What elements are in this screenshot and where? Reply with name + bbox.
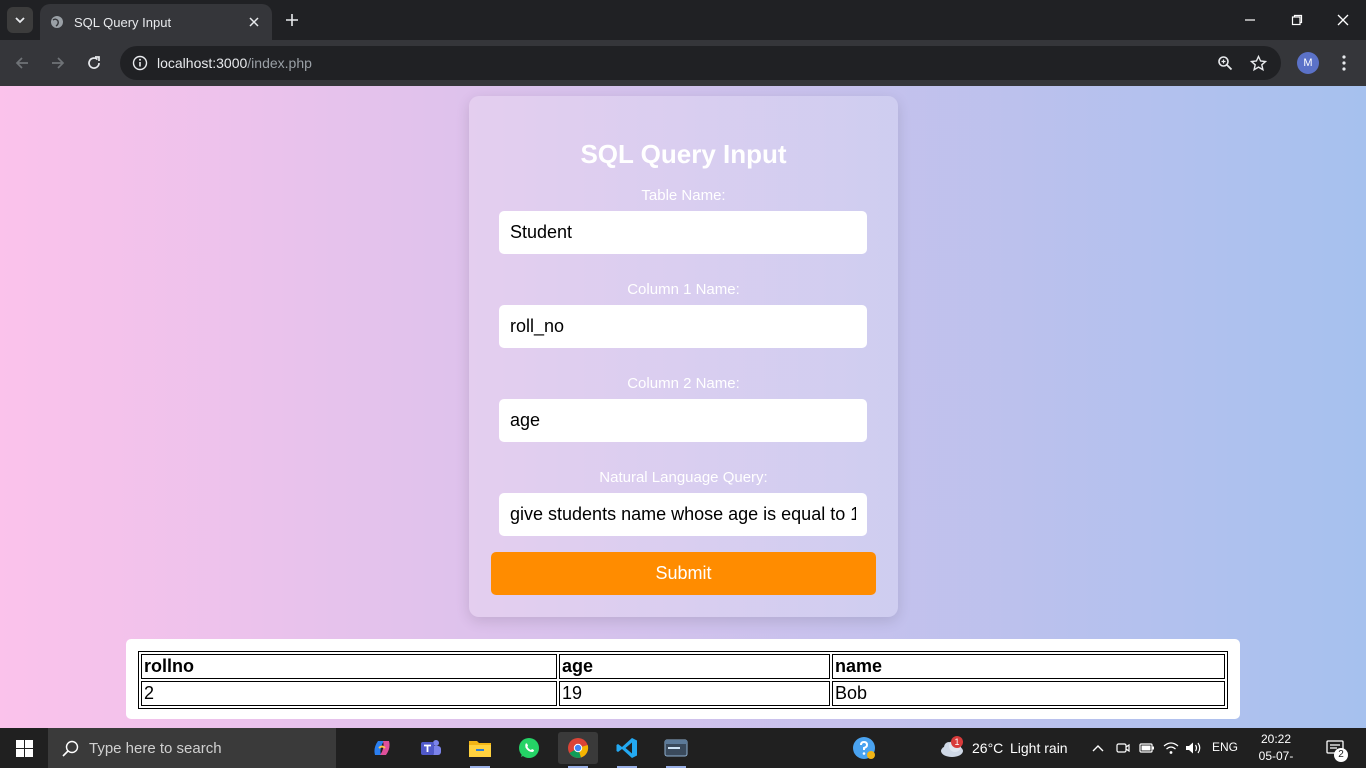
table-name-label: Table Name: <box>641 187 726 204</box>
search-icon <box>62 740 79 757</box>
weather-temperature[interactable]: 26°C <box>972 740 1003 756</box>
browser-toolbar: localhost:3000/index.php M <box>0 40 1366 86</box>
new-tab-button[interactable] <box>280 8 304 32</box>
result-container: rollno age name 2 19 Bob <box>126 639 1240 719</box>
taskbar-search-box[interactable]: Type here to search <box>48 728 336 768</box>
windows-logo-icon <box>15 739 33 757</box>
site-info-icon[interactable] <box>128 51 152 75</box>
meet-now-icon[interactable] <box>1113 738 1133 758</box>
arrow-left-icon <box>15 57 28 69</box>
notification-count-badge: 2 <box>1334 748 1348 762</box>
result-header-row: rollno age name <box>141 654 1225 679</box>
teams-app-icon[interactable] <box>411 732 451 764</box>
chrome-app-icon[interactable] <box>558 732 598 768</box>
vscode-app-icon[interactable] <box>607 732 647 768</box>
mysql-workbench-app-icon[interactable] <box>656 732 696 768</box>
minimize-button[interactable] <box>1227 0 1273 40</box>
system-clock[interactable]: 20:22 05-07-2025 <box>1246 731 1306 768</box>
tab-title: SQL Query Input <box>74 14 172 30</box>
page-title: SQL Query Input <box>580 139 787 169</box>
submit-button[interactable]: Submit <box>491 552 876 595</box>
page-viewport: SQL Query Input Table Name: Column 1 Nam… <box>0 86 1366 728</box>
reload-button[interactable] <box>80 49 108 77</box>
chevron-up-icon[interactable] <box>1088 738 1108 758</box>
column1-name-label: Column 1 Name: <box>627 281 740 298</box>
column1-name-input[interactable] <box>499 305 867 348</box>
wifi-icon[interactable] <box>1161 738 1181 758</box>
result-header-cell: rollno <box>141 654 557 679</box>
tab-search-button[interactable] <box>7 7 33 33</box>
weather-description[interactable]: Light rain <box>1010 740 1068 756</box>
windows-taskbar: Type here to search 1 26°C Light rain EN… <box>0 728 1366 768</box>
address-bar[interactable]: localhost:3000/index.php <box>120 46 1281 80</box>
result-cell: 19 <box>559 681 830 706</box>
battery-icon[interactable] <box>1137 738 1157 758</box>
query-form-card: SQL Query Input Table Name: Column 1 Nam… <box>469 96 898 617</box>
column2-name-label: Column 2 Name: <box>627 375 740 392</box>
result-header-cell: name <box>832 654 1225 679</box>
table-row: 2 19 Bob <box>141 681 1225 706</box>
result-cell: Bob <box>832 681 1225 706</box>
result-cell: 2 <box>141 681 557 706</box>
copilot-app-icon[interactable] <box>362 732 402 764</box>
bookmark-star-icon[interactable] <box>1246 51 1270 75</box>
url-path: /index.php <box>247 55 312 71</box>
volume-icon[interactable] <box>1184 738 1204 758</box>
reload-icon <box>88 56 100 69</box>
chevron-down-icon <box>15 17 25 24</box>
search-placeholder: Type here to search <box>89 739 222 757</box>
natural-language-query-label: Natural Language Query: <box>599 469 768 486</box>
natural-language-query-input[interactable] <box>499 493 867 536</box>
plus-icon <box>286 14 298 26</box>
back-button[interactable] <box>8 49 36 77</box>
file-explorer-app-icon[interactable] <box>460 732 500 768</box>
close-tab-icon[interactable] <box>244 12 264 32</box>
start-button[interactable] <box>0 728 48 768</box>
column2-name-input[interactable] <box>499 399 867 442</box>
weather-badge: 1 <box>951 736 963 748</box>
url-text: localhost:3000/index.php <box>157 55 312 71</box>
table-name-input[interactable] <box>499 211 867 254</box>
close-window-button[interactable] <box>1320 0 1366 40</box>
url-host: localhost:3000 <box>157 55 248 71</box>
browser-tab-bar: SQL Query Input <box>0 0 1366 40</box>
profile-avatar[interactable]: M <box>1297 52 1319 74</box>
forward-button[interactable] <box>44 49 72 77</box>
clock-time: 20:22 <box>1260 732 1292 746</box>
close-icon <box>1337 14 1349 26</box>
minimize-icon <box>1245 19 1255 21</box>
more-menu-icon[interactable] <box>1334 50 1354 76</box>
restore-icon <box>1291 14 1303 26</box>
result-table: rollno age name 2 19 Bob <box>138 651 1228 709</box>
clock-date: 05-07-2025 <box>1258 749 1294 768</box>
input-language[interactable]: ENG <box>1212 740 1238 754</box>
help-icon[interactable] <box>852 736 876 760</box>
zoom-icon[interactable] <box>1213 51 1237 75</box>
whatsapp-app-icon[interactable] <box>509 732 549 764</box>
globe-icon <box>50 15 64 29</box>
restore-button[interactable] <box>1274 0 1320 40</box>
result-header-cell: age <box>559 654 830 679</box>
browser-tab-active[interactable]: SQL Query Input <box>40 4 272 40</box>
arrow-right-icon <box>52 57 65 69</box>
